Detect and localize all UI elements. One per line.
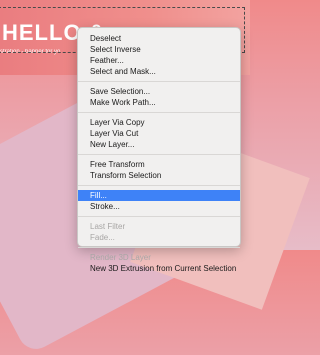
menu-item-last-filter: Last Filter (90, 222, 126, 231)
menu-item-save-selection[interactable]: Save Selection... (78, 86, 240, 97)
menu-item-new-3d-extrusion-from-current-selection[interactable]: New 3D Extrusion from Current Selection (78, 263, 240, 274)
menu-separator (78, 154, 240, 155)
menu-item-free-transform[interactable]: Free Transform (78, 159, 240, 170)
menu-item-select-and-mask[interactable]: Select and Mask... (78, 66, 240, 77)
menu-item-select-inverse[interactable]: Select Inverse (78, 44, 240, 55)
menu-item-layer-via-copy[interactable]: Layer Via Copy (78, 117, 240, 128)
menu-item-deselect[interactable]: Deselect (78, 33, 240, 44)
menu-item-new-layer[interactable]: New Layer... (78, 139, 240, 150)
context-menu: Deselect Select Inverse Feather... Select a… (77, 27, 241, 273)
menu-item-render-3d-layer: Render 3D Layer (90, 253, 151, 262)
menu-separator (78, 216, 240, 217)
menu-item-layer-via-cut[interactable]: Layer Via Cut (78, 128, 240, 139)
menu-item-fill[interactable]: Fill... (78, 190, 240, 201)
menu-item-stroke[interactable]: Stroke... (78, 201, 240, 212)
menu-item-make-work-path[interactable]: Make Work Path... (78, 97, 240, 108)
menu-item-transform-selection[interactable]: Transform Selection (78, 170, 240, 181)
menu-item-fade: Fade... (90, 233, 115, 242)
menu-separator (78, 112, 240, 113)
menu-separator (78, 185, 240, 186)
menu-item-feather[interactable]: Feather... (78, 55, 240, 66)
menu-separator (78, 81, 240, 82)
menu-separator (78, 247, 240, 248)
